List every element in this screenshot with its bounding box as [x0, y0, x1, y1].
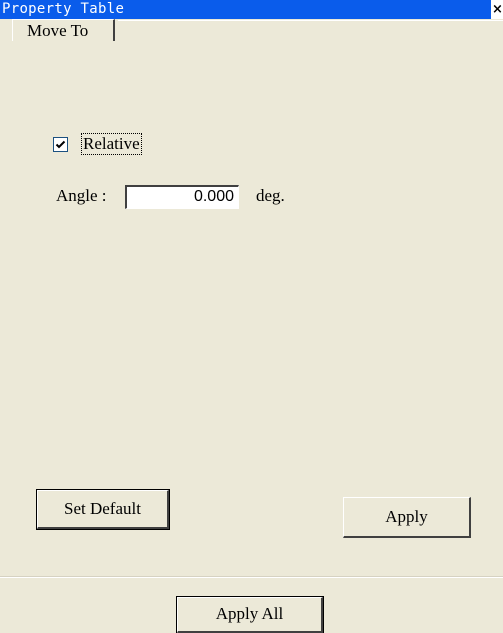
tab-label: Move To	[27, 21, 89, 40]
window-title: Property Table	[2, 1, 125, 17]
footer-divider-highlight	[0, 577, 503, 578]
title-bar: Property Table ×	[0, 0, 503, 19]
apply-button[interactable]: Apply	[343, 497, 471, 538]
checkmark-icon	[55, 140, 66, 149]
relative-checkbox[interactable]	[53, 137, 68, 152]
angle-unit-label: deg.	[256, 186, 285, 205]
relative-label[interactable]: Relative	[81, 133, 142, 155]
tab-move-to[interactable]: Move To	[12, 19, 115, 41]
angle-label: Angle :	[56, 186, 107, 205]
close-icon[interactable]: ×	[492, 1, 503, 18]
tab-strip-divider	[118, 20, 503, 21]
apply-all-button[interactable]: Apply All	[176, 596, 324, 633]
angle-input[interactable]: 0.000	[125, 185, 239, 209]
title-bar-fill: Property Table	[0, 0, 491, 19]
set-default-button[interactable]: Set Default	[36, 489, 170, 530]
